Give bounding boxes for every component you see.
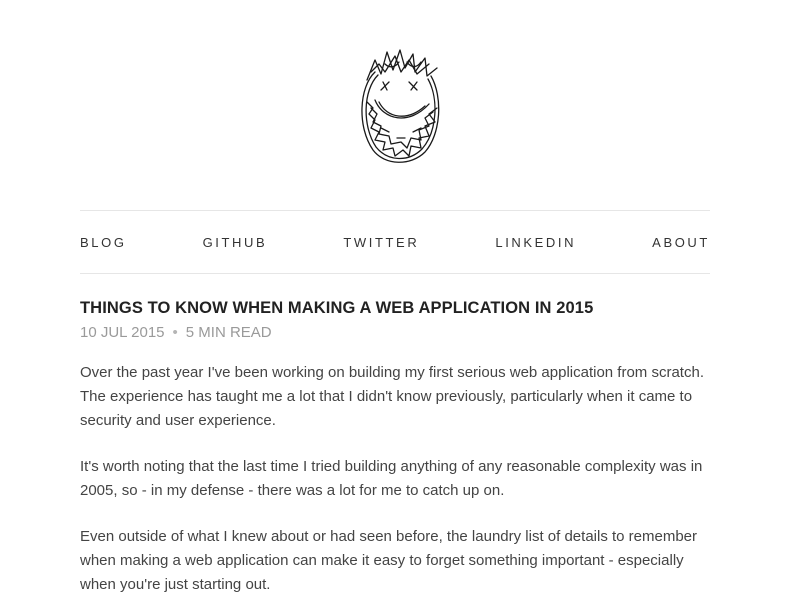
nav-link-about[interactable]: ABOUT bbox=[652, 235, 710, 250]
meta-separator: • bbox=[172, 324, 178, 341]
site-logo[interactable] bbox=[345, 42, 455, 167]
post-paragraph: Over the past year I've been working on … bbox=[80, 364, 704, 429]
sketched-smiling-face-icon bbox=[361, 49, 440, 163]
nav-link-github[interactable]: GITHUB bbox=[203, 235, 268, 250]
post-date: 10 JUL 2015 bbox=[80, 324, 165, 341]
post-paragraph: Even outside of what I knew about or had… bbox=[80, 528, 698, 593]
blog-post: THINGS TO KNOW WHEN MAKING A WEB APPLICA… bbox=[80, 297, 720, 600]
post-body: Over the past year I've been working on … bbox=[80, 361, 720, 597]
post-meta: 10 JUL 2015 • 5 MIN READ bbox=[80, 323, 720, 343]
post-title[interactable]: THINGS TO KNOW WHEN MAKING A WEB APPLICA… bbox=[80, 297, 720, 319]
nav-link-twitter[interactable]: TWITTER bbox=[343, 235, 419, 250]
nav-link-blog[interactable]: BLOG bbox=[80, 235, 127, 250]
main-nav: BLOG GITHUB TWITTER LINKEDIN ABOUT bbox=[80, 210, 710, 274]
post-paragraph: It's worth noting that the last time I t… bbox=[80, 458, 703, 499]
post-read-time: 5 MIN READ bbox=[185, 324, 272, 341]
nav-link-linkedin[interactable]: LINKEDIN bbox=[495, 235, 576, 250]
